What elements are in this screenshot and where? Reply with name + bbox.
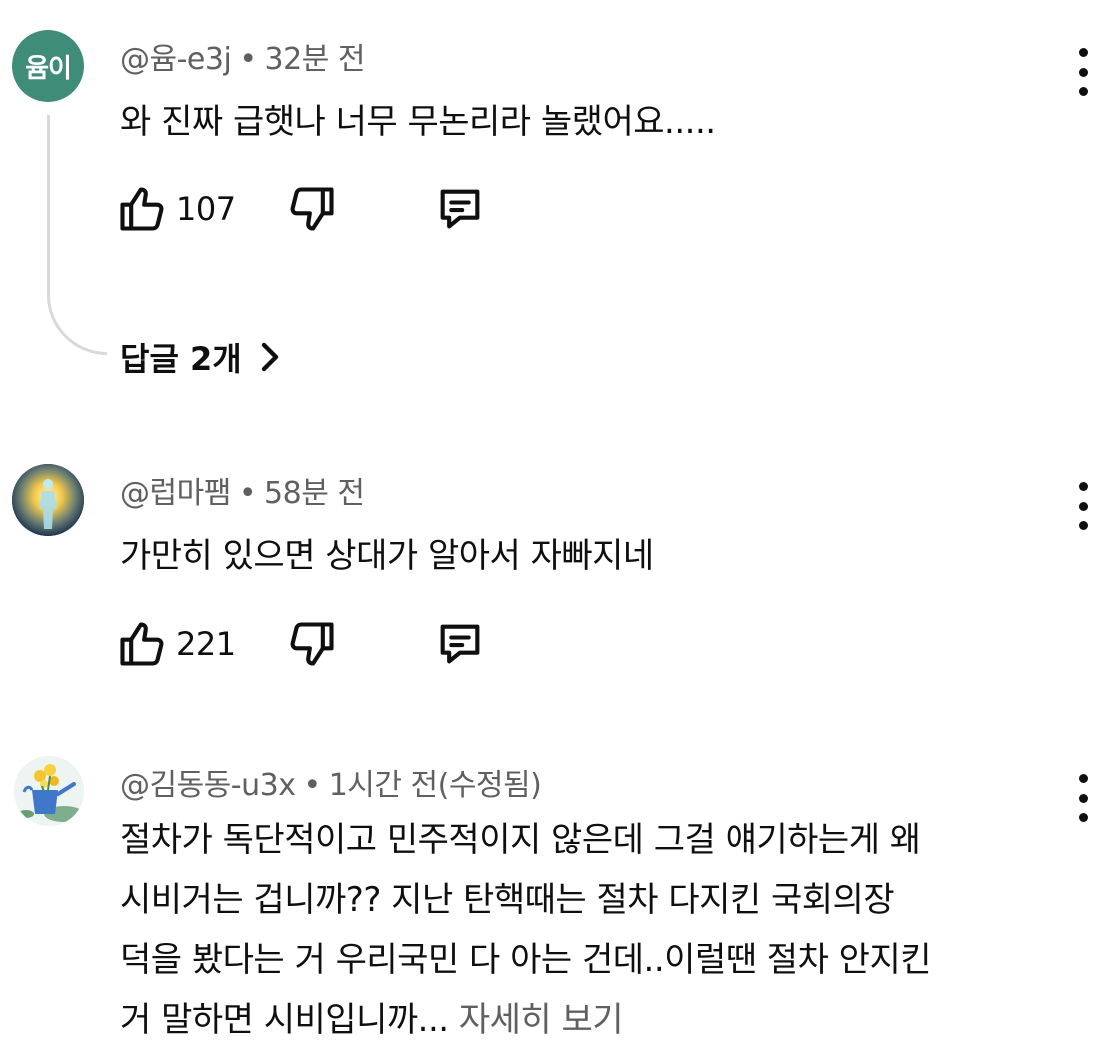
kebab-dot-icon: [1078, 87, 1088, 96]
separator-dot: •: [239, 42, 257, 77]
author-name[interactable]: @김동동-u3x: [120, 768, 296, 803]
like-button[interactable]: 221: [116, 618, 236, 670]
avatar-initials: 윰이: [25, 53, 72, 84]
comment-icon: [440, 624, 480, 664]
kebab-dot-icon: [1078, 482, 1088, 491]
thumbs-down-icon: [290, 187, 334, 231]
kebab-dot-icon: [1078, 521, 1088, 530]
replies-label: 답글 2개: [120, 340, 242, 378]
comment-time: 32분 전: [264, 42, 366, 77]
reply-button[interactable]: [434, 618, 486, 670]
chevron-right-icon: [261, 342, 278, 372]
comment-text-line: 시비거는 겁니까?? 지난 탄핵때는 절차 다지킨 국회의장: [120, 880, 895, 920]
dislike-button[interactable]: [286, 618, 338, 670]
comment-time: 1시간 전(수정됨): [328, 768, 542, 803]
comment-item: 윰이 @윰-e3j • 32분 전 와 진짜 급햇나 너무 무논리라 놀랬어요...…: [0, 0, 1111, 400]
like-button[interactable]: 107: [116, 183, 236, 235]
view-replies-button[interactable]: 답글 2개: [120, 334, 280, 380]
dislike-button[interactable]: [286, 183, 338, 235]
comment-text: 가만히 있으면 상대가 알아서 자빠지네: [120, 536, 654, 576]
comment-icon: [440, 189, 480, 229]
comment-text-line: 절차가 독단적이고 민주적이지 않은데 그걸 얘기하는게 왜: [120, 820, 921, 860]
comment-text: 절차가 독단적이고 민주적이지 않은데 그걸 얘기하는게 왜 시비거는 겁니까?…: [120, 810, 1080, 1050]
avatar[interactable]: [12, 464, 84, 536]
flower-watering-can-icon: [14, 756, 84, 826]
thumbs-up-icon: [120, 187, 164, 231]
comment-text-line: 덕을 봤다는 거 우리국민 다 아는 건데..이럴땐 절차 안지킨: [120, 940, 932, 980]
like-count: 107: [176, 190, 236, 228]
comment-meta: @김동동-u3x • 1시간 전(수정됨): [120, 760, 542, 804]
kebab-dot-icon: [1078, 793, 1088, 803]
author-name[interactable]: @럽마팸: [120, 476, 231, 511]
more-options-button[interactable]: [1069, 482, 1097, 530]
read-more-link[interactable]: 자세히 보기: [459, 1000, 624, 1040]
author-name[interactable]: @윰-e3j: [120, 42, 232, 77]
avatar[interactable]: [14, 756, 84, 826]
more-options-button[interactable]: [1069, 48, 1097, 96]
thumbs-up-icon: [120, 622, 164, 666]
reply-button[interactable]: [434, 183, 486, 235]
kebab-dot-icon: [1078, 501, 1088, 511]
separator-dot: •: [238, 476, 257, 511]
comment-meta: @럽마팸 • 58분 전: [120, 468, 365, 512]
comment-text: 와 진짜 급햇나 너무 무논리라 놀랬어요.....: [120, 102, 716, 142]
comment-time: 58분 전: [264, 476, 365, 511]
thread-connector: [47, 115, 107, 355]
separator-dot: •: [303, 768, 321, 803]
comment-item: @럽마팸 • 58분 전 가만히 있으면 상대가 알아서 자빠지네 221: [0, 440, 1111, 680]
avatar[interactable]: 윰이: [12, 30, 84, 102]
comment-item: @김동동-u3x • 1시간 전(수정됨) 절차가 독단적이고 민주적이지 않은데 …: [0, 730, 1111, 1058]
glowing-figure-icon: [12, 464, 84, 536]
comment-text-line: 거 말하면 시비입니까...: [120, 1000, 449, 1040]
comment-text-line-last: 거 말하면 시비입니까... 자세히 보기: [120, 990, 1080, 1050]
kebab-dot-icon: [1078, 774, 1088, 783]
comment-meta: @윰-e3j • 32분 전: [120, 34, 365, 78]
kebab-dot-icon: [1078, 48, 1088, 57]
like-count: 221: [176, 625, 236, 663]
kebab-dot-icon: [1078, 67, 1088, 77]
thumbs-down-icon: [290, 622, 334, 666]
